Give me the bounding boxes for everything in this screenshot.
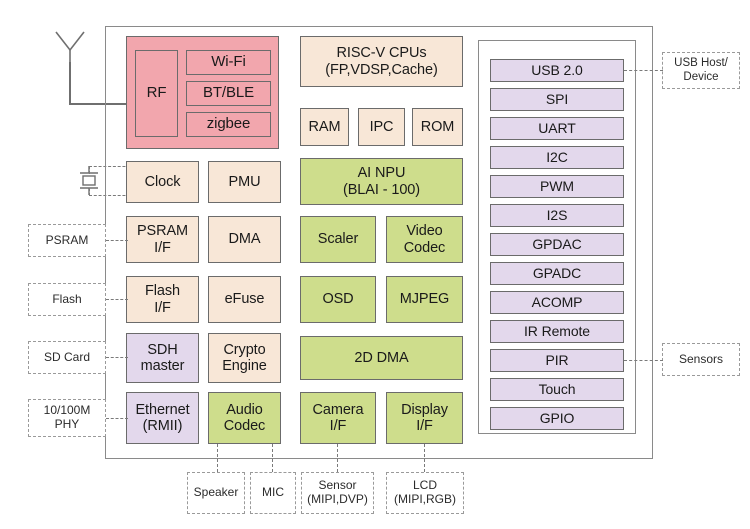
peripheral-pwm-block[interactable]: PWM [490, 175, 624, 198]
peripheral-touch-block[interactable]: Touch [490, 378, 624, 401]
peripheral-pir-block[interactable]: PIR [490, 349, 624, 372]
external-psram-box[interactable]: PSRAM [28, 224, 106, 257]
psram-if-block[interactable]: PSRAM I/F [126, 216, 199, 263]
crystal-wire-left-bottom [89, 188, 90, 196]
usb-host-connector [624, 70, 663, 71]
camera-if-block[interactable]: Camera I/F [300, 392, 376, 444]
flash-connector [106, 299, 128, 300]
video-codec-block[interactable]: Video Codec [386, 216, 463, 263]
external-sd-card-box[interactable]: SD Card [28, 341, 106, 374]
sensor-connector [337, 444, 338, 472]
peripheral-acomp-block[interactable]: ACOMP [490, 291, 624, 314]
crystal-wire-left-top [89, 166, 90, 174]
mjpeg-block[interactable]: MJPEG [386, 276, 463, 323]
mic-connector [272, 444, 273, 472]
peripheral-spi-block[interactable]: SPI [490, 88, 624, 111]
lcd-connector [424, 444, 425, 472]
peripheral-ir-remote-block[interactable]: IR Remote [490, 320, 624, 343]
2d-dma-block[interactable]: 2D DMA [300, 336, 463, 380]
efuse-block[interactable]: eFuse [208, 276, 281, 323]
zigbee-block[interactable]: zigbee [186, 112, 271, 137]
antenna-icon [55, 31, 85, 62]
external-flash-box[interactable]: Flash [28, 283, 106, 316]
external-sensor-box[interactable]: Sensor (MIPI,DVP) [301, 472, 374, 514]
external-lcd-box[interactable]: LCD (MIPI,RGB) [386, 472, 464, 514]
peripheral-i2c-block[interactable]: I2C [490, 146, 624, 169]
osd-block[interactable]: OSD [300, 276, 376, 323]
peripheral-gpdac-block[interactable]: GPDAC [490, 233, 624, 256]
external-sensors-box[interactable]: Sensors [662, 343, 740, 376]
peripheral-gpio-block[interactable]: GPIO [490, 407, 624, 430]
phy-connector [106, 418, 128, 419]
ai-npu-block[interactable]: AI NPU (BLAI - 100) [300, 158, 463, 205]
ram-block[interactable]: RAM [300, 108, 349, 146]
antenna-wire-vertical [69, 62, 71, 104]
peripheral-usb2-block[interactable]: USB 2.0 [490, 59, 624, 82]
external-speaker-box[interactable]: Speaker [187, 472, 245, 514]
display-if-block[interactable]: Display I/F [386, 392, 463, 444]
rom-block[interactable]: ROM [412, 108, 463, 146]
rf-block[interactable]: RF [135, 50, 178, 137]
external-mic-box[interactable]: MIC [250, 472, 296, 514]
sensors-connector [624, 360, 663, 361]
bt-ble-block[interactable]: BT/BLE [186, 81, 271, 106]
audio-codec-block[interactable]: Audio Codec [208, 392, 281, 444]
external-usb-host-device-box[interactable]: USB Host/ Device [662, 52, 740, 89]
crypto-engine-block[interactable]: Crypto Engine [208, 333, 281, 383]
clock-block[interactable]: Clock [126, 161, 199, 203]
external-phy-box[interactable]: 10/100M PHY [28, 399, 106, 437]
dma-block[interactable]: DMA [208, 216, 281, 263]
peripheral-i2s-block[interactable]: I2S [490, 204, 624, 227]
sdh-master-block[interactable]: SDH master [126, 333, 199, 383]
peripheral-gpadc-block[interactable]: GPADC [490, 262, 624, 285]
peripheral-uart-block[interactable]: UART [490, 117, 624, 140]
sd-card-connector [106, 357, 128, 358]
ipc-block[interactable]: IPC [358, 108, 405, 146]
pmu-block[interactable]: PMU [208, 161, 281, 203]
scaler-block[interactable]: Scaler [300, 216, 376, 263]
flash-if-block[interactable]: Flash I/F [126, 276, 199, 323]
psram-connector [106, 240, 128, 241]
ethernet-rmii-block[interactable]: Ethernet (RMII) [126, 392, 199, 444]
soc-block-diagram: RF Wi-Fi BT/BLE zigbee RISC-V CPUs (FP,V… [0, 0, 750, 529]
wifi-block[interactable]: Wi-Fi [186, 50, 271, 75]
risc-v-cpus-block[interactable]: RISC-V CPUs (FP,VDSP,Cache) [300, 36, 463, 87]
speaker-connector [217, 444, 218, 472]
